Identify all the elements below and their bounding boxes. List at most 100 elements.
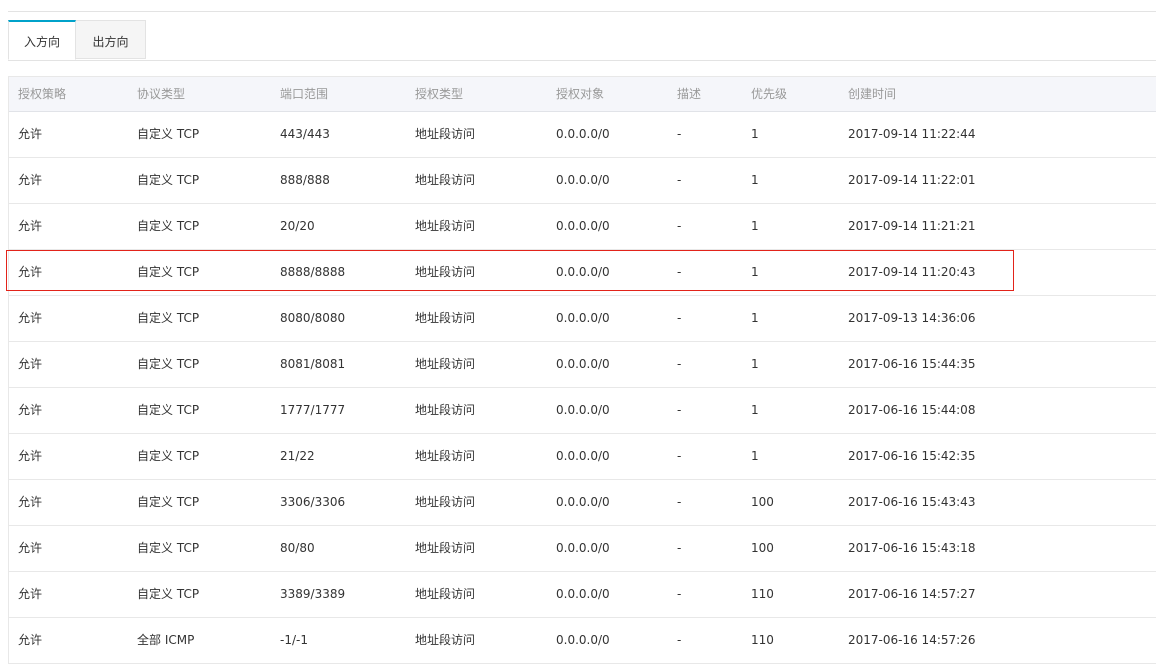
tab-outbound[interactable]: 出方向 — [76, 20, 146, 59]
table-body: 允许 自定义 TCP 443/443 地址段访问 0.0.0.0/0-1 2017-09-… — [9, 112, 1156, 664]
column-header-policy: 授权策略 — [18, 87, 67, 101]
cell-auth-object: 0.0.0.0/0 — [556, 357, 610, 371]
cell-protocol: 自定义 TCP — [137, 311, 200, 325]
cell-auth-type: 地址段访问 — [415, 173, 476, 187]
cell-port-range: 8080/8080 — [280, 311, 346, 325]
cell-auth-object: 0.0.0.0/0 — [556, 311, 610, 325]
column-header-protocol: 协议类型 — [137, 87, 186, 101]
cell-port-range: 8081/8081 — [280, 357, 346, 371]
table-row: 允许 自定义 TCP 8888/8888 地址段访问 0.0.0.0/0 - 1 2017-0… — [9, 250, 1156, 296]
cell-policy: 允许 — [18, 173, 43, 187]
cell-auth-type: 地址段访问 — [415, 127, 476, 141]
cell-priority: 1 — [751, 449, 759, 463]
cell-auth-type: 地址段访问 — [415, 587, 476, 601]
cell-protocol: 自定义 TCP — [137, 495, 200, 509]
cell-port-range: 8888/8888 — [280, 265, 346, 279]
cell-description: - — [677, 265, 682, 279]
cell-auth-object: 0.0.0.0/0 — [556, 541, 610, 555]
column-header-created-time: 创建时间 — [848, 87, 897, 101]
cell-policy: 允许 — [18, 265, 43, 279]
cell-auth-type: 地址段访问 — [415, 357, 476, 371]
cell-protocol: 自定义 TCP — [137, 173, 200, 187]
cell-auth-type: 地址段访问 — [415, 449, 476, 463]
cell-auth-type: 地址段访问 — [415, 403, 476, 417]
table-row: 允许 自定义 TCP 21/22 地址段访问 0.0.0.0/0 - 1 2017-06-16… — [9, 434, 1156, 480]
cell-created-time: 2017-09-14 11:22:44 — [848, 127, 976, 141]
cell-priority: 100 — [751, 541, 774, 555]
cell-description: - — [677, 357, 682, 371]
cell-protocol: 自定义 TCP — [137, 127, 200, 141]
cell-description: - — [677, 173, 682, 187]
cell-description: - — [677, 541, 682, 555]
cell-port-range: 888/888 — [280, 173, 330, 187]
cell-auth-object: 0.0.0.0/0 — [556, 265, 610, 279]
top-divider — [8, 11, 1156, 12]
cell-priority: 110 — [751, 587, 774, 601]
cell-auth-object: 0.0.0.0/0 — [556, 449, 610, 463]
cell-auth-type: 地址段访问 — [415, 495, 476, 509]
cell-auth-object: 0.0.0.0/0 — [556, 403, 610, 417]
cell-priority: 1 — [751, 173, 759, 187]
cell-created-time: 2017-09-14 11:22:01 — [848, 173, 976, 187]
cell-policy: 允许 — [18, 219, 43, 233]
cell-protocol: 自定义 TCP — [137, 219, 200, 233]
cell-port-range: 3389/3389 — [280, 587, 346, 601]
cell-priority: 1 — [751, 127, 759, 141]
cell-policy: 允许 — [18, 449, 43, 463]
cell-policy: 允许 — [18, 311, 43, 325]
cell-priority: 1 — [751, 219, 759, 233]
cell-priority: 1 — [751, 311, 759, 325]
cell-description: - — [677, 403, 682, 417]
cell-auth-object: 0.0.0.0/0 — [556, 495, 610, 509]
cell-policy: 允许 — [18, 633, 43, 647]
table-row: 允许 自定义 TCP 3389/3389 地址段访问 0.0.0.0/0 - 110 2017… — [9, 572, 1156, 618]
cell-description: - — [677, 219, 682, 233]
cell-policy: 允许 — [18, 587, 43, 601]
cell-created-time: 2017-09-14 11:20:43 — [848, 265, 976, 279]
cell-priority: 1 — [751, 265, 759, 279]
cell-port-range: 443/443 — [280, 127, 330, 141]
cell-protocol: 自定义 TCP — [137, 403, 200, 417]
cell-port-range: -1/-1 — [280, 633, 308, 647]
cell-auth-type: 地址段访问 — [415, 311, 476, 325]
cell-created-time: 2017-06-16 15:43:43 — [848, 495, 976, 509]
cell-protocol: 自定义 TCP — [137, 541, 200, 555]
table-row: 允许 全部 ICMP -1/-1 地址段访问 0.0.0.0/0 - 110 2017-06-… — [9, 618, 1156, 664]
direction-tabs: 入方向 出方向 — [8, 20, 1156, 61]
table-row: 允许 自定义 TCP 3306/3306 地址段访问 0.0.0.0/0 - 100 2017… — [9, 480, 1156, 526]
tab-inbound[interactable]: 入方向 — [8, 20, 76, 60]
cell-description: - — [677, 633, 682, 647]
cell-policy: 允许 — [18, 495, 43, 509]
cell-port-range: 3306/3306 — [280, 495, 346, 509]
cell-protocol: 自定义 TCP — [137, 357, 200, 371]
table-header: 授权策略 协议类型 端口范围 授权类型 授权对象 描述 优先级 创建时间 — [9, 76, 1156, 112]
cell-auth-object: 0.0.0.0/0 — [556, 587, 610, 601]
cell-auth-type: 地址段访问 — [415, 265, 476, 279]
cell-description: - — [677, 449, 682, 463]
column-header-auth-type: 授权类型 — [415, 87, 464, 101]
cell-priority: 1 — [751, 403, 759, 417]
column-header-priority: 优先级 — [751, 87, 788, 101]
table-row: 允许 自定义 TCP 8081/8081 地址段访问 0.0.0.0/0 - 1 2017-0… — [9, 342, 1156, 388]
cell-port-range: 20/20 — [280, 219, 315, 233]
cell-created-time: 2017-06-16 15:44:08 — [848, 403, 976, 417]
column-header-port-range: 端口范围 — [280, 87, 329, 101]
table-row: 允许 自定义 TCP 888/888 地址段访问 0.0.0.0/0 - 1 2017-09-… — [9, 158, 1156, 204]
cell-auth-object: 0.0.0.0/0 — [556, 127, 610, 141]
cell-port-range: 80/80 — [280, 541, 315, 555]
cell-description: - — [677, 127, 682, 141]
cell-created-time: 2017-06-16 15:43:18 — [848, 541, 976, 555]
cell-auth-type: 地址段访问 — [415, 541, 476, 555]
cell-policy: 允许 — [18, 541, 43, 555]
cell-priority: 100 — [751, 495, 774, 509]
cell-description: - — [677, 587, 682, 601]
cell-auth-type: 地址段访问 — [415, 219, 476, 233]
table-row: 允许 自定义 TCP 1777/1777 地址段访问 0.0.0.0/0 - 1 2017-0… — [9, 388, 1156, 434]
cell-port-range: 1777/1777 — [280, 403, 346, 417]
cell-priority: 1 — [751, 357, 759, 371]
cell-created-time: 2017-09-13 14:36:06 — [848, 311, 976, 325]
column-header-auth-object: 授权对象 — [556, 87, 605, 101]
cell-policy: 允许 — [18, 127, 43, 141]
table-row: 允许 自定义 TCP 20/20 地址段访问 0.0.0.0/0 - 1 2017-09-14… — [9, 204, 1156, 250]
cell-auth-object: 0.0.0.0/0 — [556, 173, 610, 187]
